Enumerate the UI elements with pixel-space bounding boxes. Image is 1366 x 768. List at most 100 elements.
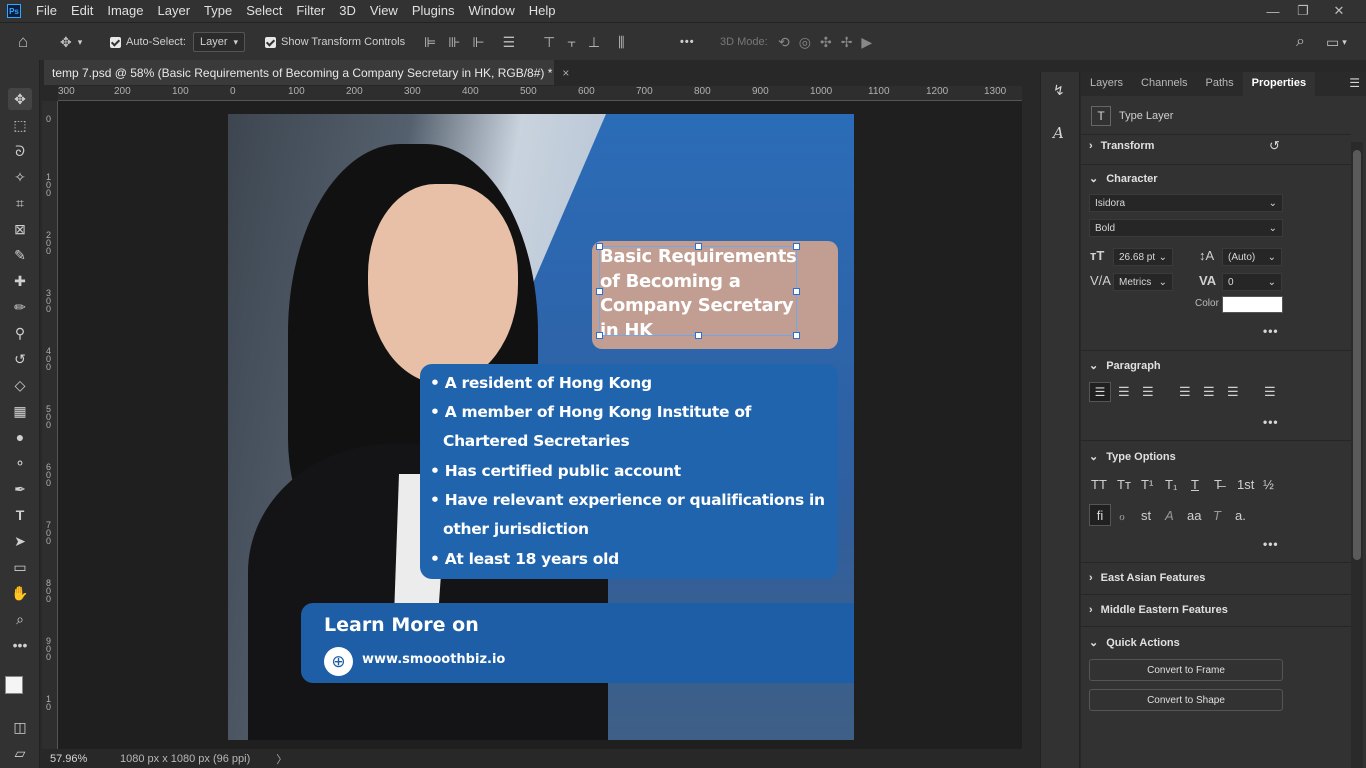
transform-bounding-box[interactable]	[596, 243, 800, 339]
ornaments-icon[interactable]: a.	[1235, 508, 1246, 523]
more-options-button[interactable]: •••	[680, 23, 695, 61]
ligatures-icon[interactable]: fi	[1089, 504, 1111, 526]
hand-tool-icon[interactable]: ✋	[8, 582, 32, 604]
path-selection-icon[interactable]: ➤	[8, 530, 32, 552]
type-tool-icon[interactable]: T	[8, 504, 32, 526]
convert-to-shape-button[interactable]: Convert to Shape	[1089, 689, 1283, 711]
justify-all-icon[interactable]: ☰	[1264, 384, 1276, 400]
zoom-tool-icon[interactable]: ⌕	[8, 608, 32, 630]
superscript-icon[interactable]: T¹	[1141, 477, 1153, 492]
tab-properties[interactable]: Properties	[1242, 72, 1316, 96]
pen-tool-icon[interactable]: ✒	[8, 478, 32, 500]
character-panel-icon[interactable]: A	[1053, 124, 1064, 142]
text-color-swatch[interactable]	[1222, 296, 1283, 313]
align-distribute-icon[interactable]: ☰	[503, 34, 516, 51]
font-family-select[interactable]: Isidora ⌄	[1089, 194, 1283, 212]
maximize-button[interactable]: ❐	[1288, 0, 1318, 22]
layer-select[interactable]: Layer ▾	[193, 23, 246, 61]
align-left-icon[interactable]: ⊫	[424, 34, 436, 51]
transform-handle[interactable]	[695, 332, 702, 339]
transform-handle[interactable]	[695, 243, 702, 250]
show-transform-checkbox[interactable]: Show Transform Controls	[265, 23, 405, 61]
menu-type[interactable]: Type	[197, 0, 239, 22]
reset-icon[interactable]: ↺	[1269, 138, 1280, 154]
distribute-icon[interactable]: ⫼	[618, 34, 624, 51]
transform-handle[interactable]	[596, 332, 603, 339]
close-tab-icon[interactable]: ×	[562, 66, 569, 80]
menu-3d[interactable]: 3D	[332, 0, 363, 22]
menu-help[interactable]: Help	[522, 0, 563, 22]
home-icon[interactable]: ⌂	[18, 23, 28, 61]
history-panel-icon[interactable]: ↯	[1053, 82, 1065, 99]
crop-tool-icon[interactable]: ⌗	[8, 192, 32, 214]
eyedropper-tool-icon[interactable]: ✎	[8, 244, 32, 266]
document-canvas[interactable]: Basic Requirements of Becoming a Company…	[228, 114, 854, 740]
align-center-text-icon[interactable]: ☰	[1118, 384, 1130, 400]
convert-to-frame-button[interactable]: Convert to Frame	[1089, 659, 1283, 681]
tab-channels[interactable]: Channels	[1132, 72, 1196, 96]
move-tool-icon[interactable]: ✥	[8, 88, 32, 110]
menu-window[interactable]: Window	[461, 0, 521, 22]
magic-wand-tool-icon[interactable]: ✧	[8, 166, 32, 188]
auto-select-checkbox[interactable]: Auto-Select:	[110, 23, 186, 61]
menu-plugins[interactable]: Plugins	[405, 0, 462, 22]
history-brush-icon[interactable]: ↺	[8, 348, 32, 370]
rectangle-tool-icon[interactable]: ▭	[8, 556, 32, 578]
justify-left-icon[interactable]: ☰	[1179, 384, 1191, 400]
healing-brush-icon[interactable]: ✚	[8, 270, 32, 292]
pan-icon[interactable]: ✣	[820, 34, 832, 51]
move-tool-preset[interactable]: ✥ ▾	[60, 23, 82, 61]
middle-eastern-section[interactable]: › Middle Eastern Features	[1089, 604, 1228, 616]
font-size-field[interactable]: 26.68 pt ⌄	[1113, 248, 1173, 266]
tab-paths[interactable]: Paths	[1197, 72, 1243, 96]
edit-toolbar-icon[interactable]: •••	[8, 634, 32, 656]
titling-alternates-icon[interactable]: T	[1213, 508, 1221, 523]
ordinals-icon[interactable]: 1st	[1237, 477, 1254, 492]
menu-edit[interactable]: Edit	[64, 0, 100, 22]
search-icon[interactable]: ⌕	[1296, 23, 1305, 61]
strikethrough-icon[interactable]: T̶	[1214, 477, 1222, 492]
type-options-more-button[interactable]: •••	[1263, 537, 1279, 551]
menu-select[interactable]: Select	[239, 0, 289, 22]
tab-layers[interactable]: Layers	[1081, 72, 1132, 96]
orbit-icon[interactable]: ⟲	[778, 34, 790, 51]
align-top-icon[interactable]: ⊤	[543, 34, 555, 51]
justify-right-icon[interactable]: ☰	[1227, 384, 1239, 400]
screen-mode-icon[interactable]: ▱	[8, 742, 32, 764]
scrollbar-thumb[interactable]	[1353, 150, 1361, 560]
font-style-select[interactable]: Bold ⌄	[1089, 219, 1283, 237]
all-caps-icon[interactable]: TT	[1091, 477, 1107, 492]
minimize-button[interactable]: —	[1258, 0, 1288, 22]
panel-menu-icon[interactable]: ☰	[1349, 72, 1360, 96]
transform-section[interactable]: › Transform	[1089, 140, 1154, 152]
align-center-icon[interactable]: ⊪	[448, 34, 460, 51]
transform-handle[interactable]	[793, 288, 800, 295]
justify-center-icon[interactable]: ☰	[1203, 384, 1215, 400]
character-more-button[interactable]: •••	[1263, 324, 1279, 338]
brush-tool-icon[interactable]: ✏	[8, 296, 32, 318]
stylistic-alternates-icon[interactable]: aa	[1187, 508, 1201, 523]
underline-icon[interactable]: T	[1191, 477, 1199, 492]
close-window-button[interactable]: ✕	[1324, 0, 1354, 22]
menu-image[interactable]: Image	[100, 0, 150, 22]
align-right-text-icon[interactable]: ☰	[1142, 384, 1154, 400]
transform-handle[interactable]	[793, 332, 800, 339]
menu-layer[interactable]: Layer	[151, 0, 198, 22]
kerning-select[interactable]: Metrics ⌄	[1113, 273, 1173, 291]
foreground-color-swatch[interactable]	[5, 676, 23, 694]
slide-icon[interactable]: ✢	[841, 34, 853, 51]
align-left-text-icon[interactable]: ☰	[1089, 382, 1111, 402]
tracking-field[interactable]: 0 ⌄	[1222, 273, 1282, 291]
quick-mask-icon[interactable]: ◫	[8, 716, 32, 738]
lasso-tool-icon[interactable]: ᘐ	[8, 140, 32, 162]
menu-filter[interactable]: Filter	[289, 0, 332, 22]
type-options-section[interactable]: ⌄ Type Options	[1089, 450, 1176, 464]
leading-field[interactable]: (Auto) ⌄	[1222, 248, 1282, 266]
eraser-tool-icon[interactable]: ◇	[8, 374, 32, 396]
align-bottom-icon[interactable]: ⊥	[588, 34, 600, 51]
east-asian-section[interactable]: › East Asian Features	[1089, 572, 1205, 584]
fractions-icon[interactable]: ½	[1263, 477, 1274, 492]
align-middle-icon[interactable]: ⫟	[567, 34, 575, 51]
roll-icon[interactable]: ◎	[799, 34, 811, 51]
quick-actions-section[interactable]: ⌄ Quick Actions	[1089, 636, 1180, 650]
